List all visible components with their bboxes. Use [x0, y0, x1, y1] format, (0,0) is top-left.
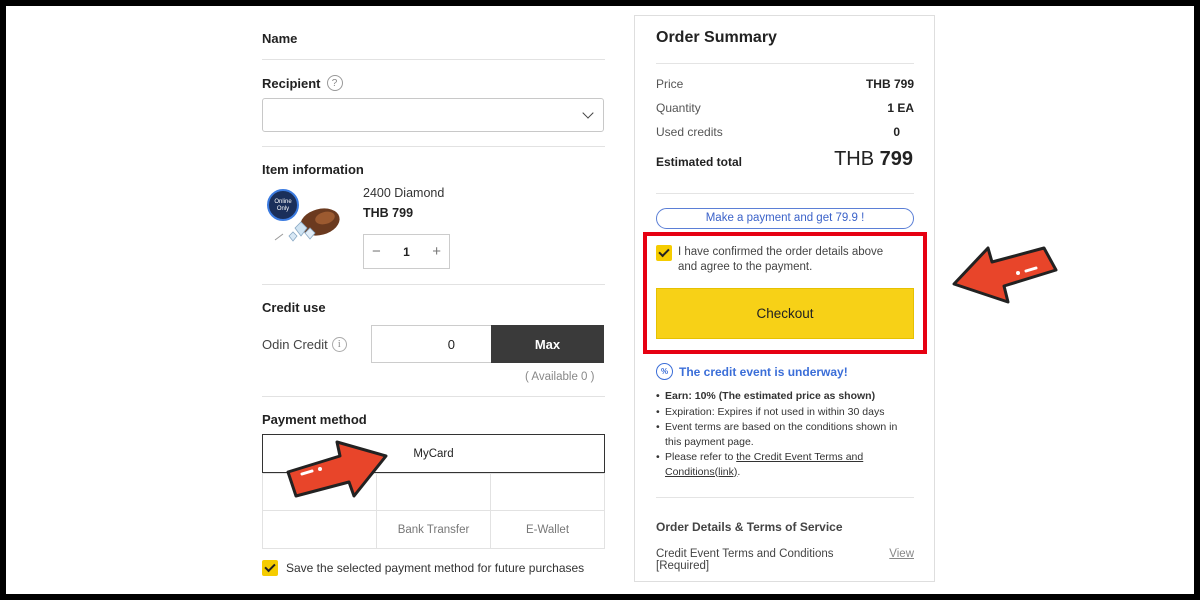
recipient-label: Recipient ? [262, 75, 343, 91]
item-price: THB 799 [363, 206, 414, 220]
payment-option[interactable] [262, 510, 377, 549]
divider [262, 146, 605, 147]
order-details-title: Order Details & Terms of Service [656, 520, 843, 534]
divider [656, 497, 914, 498]
payment-option[interactable] [376, 473, 491, 511]
item-name: 2400 Diamond [363, 186, 445, 200]
agree-row: I have confirmed the order details above… [656, 245, 901, 275]
checkout-button[interactable]: Checkout [656, 288, 914, 339]
odin-credit-text: Odin Credit [262, 337, 328, 352]
quantity-stepper: − 1 + [363, 234, 450, 269]
promo-banner: Make a payment and get 79.9 ! [656, 208, 914, 229]
total-currency: THB [834, 148, 875, 170]
order-summary-title: Order Summary [656, 29, 777, 46]
payment-option-e-wallet[interactable]: E-Wallet [490, 510, 605, 549]
estimated-total-label: Estimated total [656, 155, 743, 169]
event-terms: Event terms are based on the conditions … [656, 420, 906, 449]
divider [262, 396, 605, 397]
summary-row-label: Quantity [656, 101, 701, 115]
summary-row-label: Price [656, 77, 684, 91]
summary-row-label: Used credits [656, 125, 723, 139]
quantity-value[interactable]: 1 [403, 245, 410, 259]
event-refer-suffix: . [737, 465, 741, 478]
info-icon[interactable]: i [331, 337, 347, 352]
event-refer: Please refer to the Credit Event Terms a… [656, 450, 906, 479]
item-information-label: Item information [262, 162, 364, 177]
order-summary-panel: Order Summary Price THB 799 Quantity 1 E… [634, 15, 935, 582]
view-terms-link[interactable]: View [889, 548, 914, 572]
decrement-button[interactable]: − [372, 243, 381, 260]
chevron-down-icon [582, 107, 594, 119]
summary-row-value: 0 [893, 125, 900, 139]
summary-row-used-credits: Used credits 0 [656, 125, 914, 139]
arrow-right-icon [286, 440, 388, 498]
event-earn: Earn: 10% (The estimated price as shown) [656, 389, 906, 404]
summary-row-value: THB 799 [865, 77, 914, 91]
summary-row-value: 1 EA [887, 101, 914, 115]
credit-use-label: Credit use [262, 300, 326, 315]
divider [656, 193, 914, 194]
total-amount: 799 [879, 148, 913, 170]
payment-option-bank-transfer[interactable]: Bank Transfer [376, 510, 491, 549]
payment-option[interactable] [490, 473, 605, 511]
divider [262, 284, 605, 285]
credit-event-title: % The credit event is underway! [656, 363, 848, 380]
increment-button[interactable]: + [432, 243, 441, 260]
recipient-label-text: Recipient [262, 75, 321, 91]
divider [262, 59, 605, 60]
svg-text:Only: Only [277, 206, 289, 212]
save-method-checkbox[interactable] [262, 560, 278, 576]
odin-credit-label: Odin Credit i [262, 337, 347, 352]
event-refer-prefix: Please refer to [665, 451, 737, 463]
recipient-select[interactable] [262, 98, 604, 132]
payment-method-label: Payment method [262, 412, 367, 427]
online-badge-text: Online [274, 199, 292, 205]
credit-event-title-text: The credit event is underway! [679, 364, 848, 379]
item-image: Online Only [267, 189, 340, 242]
terms-item-label: Credit Event Terms and Conditions [Requi… [656, 548, 834, 572]
save-method-label: Save the selected payment method for fut… [286, 561, 585, 575]
divider [656, 63, 914, 64]
available-credit-text: ( Available 0 ) [525, 371, 595, 383]
help-icon[interactable]: ? [326, 75, 343, 91]
summary-row-quantity: Quantity 1 EA [656, 101, 914, 115]
agree-checkbox[interactable] [656, 245, 672, 261]
name-label: Name [262, 31, 298, 46]
credit-input[interactable]: 0 [371, 325, 491, 363]
credit-event-list: Earn: 10% (The estimated price as shown)… [656, 389, 906, 480]
save-method-row: Save the selected payment method for fut… [262, 560, 584, 576]
max-button[interactable]: Max [491, 325, 604, 363]
agree-text: I have confirmed the order details above… [678, 246, 884, 273]
estimated-total-value: THB 799 [834, 148, 913, 171]
summary-row-price: Price THB 799 [656, 77, 914, 91]
arrow-left-icon [952, 246, 1058, 304]
event-expiration: Expiration: Expires if not used in withi… [656, 405, 906, 420]
terms-row: Credit Event Terms and Conditions [Requi… [656, 548, 914, 572]
percent-badge-icon: % [656, 363, 673, 380]
